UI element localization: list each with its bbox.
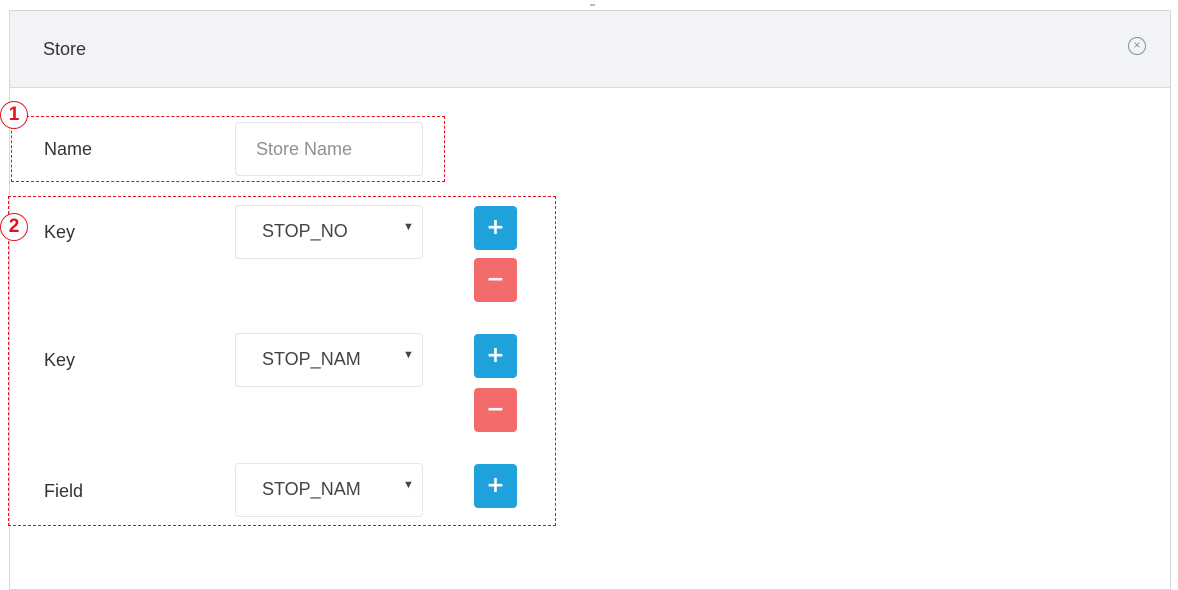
annotation-marker-1: 1	[0, 101, 28, 129]
annotation-box-1	[11, 116, 445, 182]
close-icon[interactable]: ×	[1128, 37, 1146, 55]
top-scroll-indicator	[590, 4, 595, 6]
annotation-marker-2: 2	[0, 213, 28, 241]
panel-title: Store	[43, 39, 87, 59]
annotation-box-2	[8, 196, 556, 526]
panel-header: Store ×	[10, 11, 1170, 88]
